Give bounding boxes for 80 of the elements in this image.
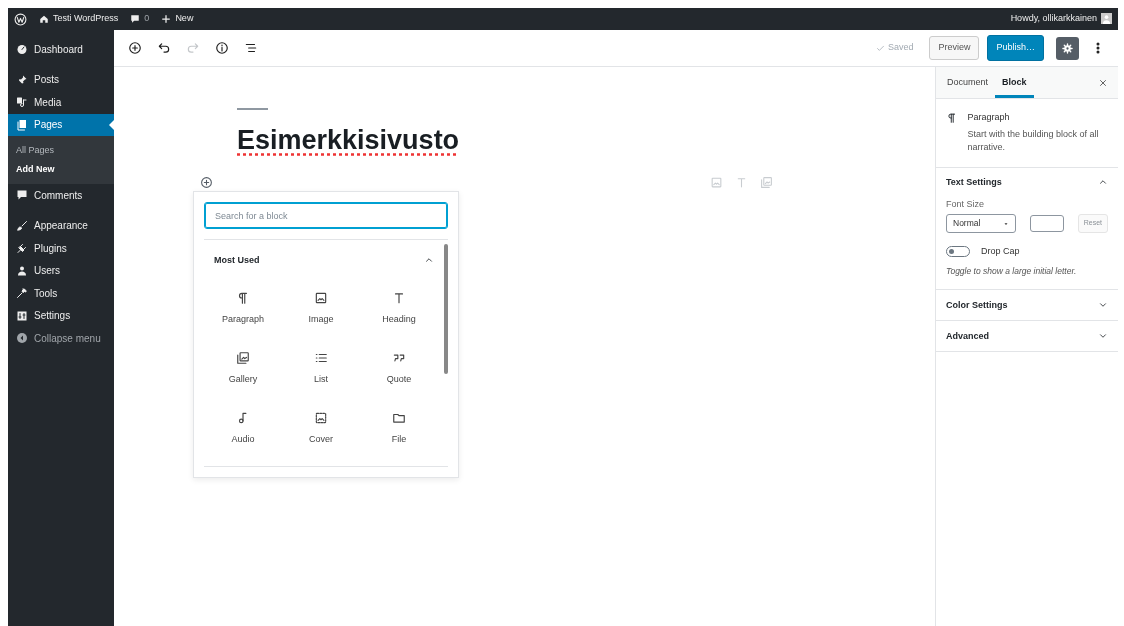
media-icon <box>16 96 28 109</box>
logo-icon <box>14 12 27 26</box>
plus-icon <box>161 14 172 24</box>
block-item[interactable]: Paragraph <box>204 278 282 339</box>
brush-icon <box>16 219 28 232</box>
sidebar-item[interactable]: Plugins <box>8 237 114 260</box>
saved-status: Saved <box>875 41 914 55</box>
submenu-item[interactable]: Add New <box>16 160 114 179</box>
block-item[interactable]: Heading <box>360 278 438 339</box>
field-label: Font Size <box>946 197 986 211</box>
sidebar-item[interactable]: Comments <box>8 184 114 207</box>
block-item[interactable]: File <box>360 398 438 459</box>
info-icon <box>214 41 229 55</box>
block-item[interactable]: Quote <box>360 338 438 399</box>
pilcrow-icon <box>946 111 958 125</box>
sidebar-item[interactable]: Posts <box>8 68 114 91</box>
caret-icon <box>1002 220 1009 227</box>
close-icon <box>1098 77 1108 88</box>
pilcrow-icon <box>236 290 250 305</box>
wrench-icon <box>16 287 28 300</box>
toggle-label: Drop Cap <box>981 245 1020 258</box>
page-title[interactable]: Esimerkkisivusto <box>237 124 460 157</box>
sidebar-tab[interactable]: Block <box>995 67 1034 98</box>
heading-icon <box>735 176 748 190</box>
sidebar-item[interactable]: Media <box>8 91 114 114</box>
submenu-item[interactable]: All Pages <box>16 141 114 160</box>
block-item[interactable]: List <box>282 338 360 399</box>
panel-title[interactable]: Color Settings <box>946 298 1008 312</box>
dashboard-icon <box>16 43 28 56</box>
block-item[interactable]: Audio <box>204 398 282 459</box>
add-block-icon <box>127 41 142 55</box>
gallery-icon <box>760 176 773 190</box>
greeting-link[interactable]: Howdy, ollikarkkainen <box>1010 12 1097 26</box>
sliders-icon <box>16 309 28 322</box>
collapse-icon <box>16 332 28 345</box>
custom-size-field[interactable] <box>1029 215 1064 232</box>
sidebar-item[interactable]: Tools <box>8 282 114 305</box>
help-text: Toggle to show a large initial letter. <box>946 264 1078 278</box>
image-icon <box>314 290 328 305</box>
add-icon <box>200 176 213 190</box>
cover-icon <box>314 410 328 425</box>
site-name-link[interactable]: Testi WordPress <box>53 12 119 26</box>
block-item[interactable]: Image <box>282 278 360 339</box>
block-name: Paragraph <box>967 111 1011 124</box>
sidebar-item[interactable]: Users <box>8 259 114 282</box>
preview-button[interactable]: Preview <box>929 36 980 60</box>
comment-count[interactable]: 0 <box>144 12 150 26</box>
sidebar-tab[interactable]: Document <box>940 67 996 98</box>
sidebar-item[interactable]: Dashboard <box>8 38 114 61</box>
gallery-icon <box>236 350 250 365</box>
block-description: Start with the building block of all narrative. <box>967 127 1100 154</box>
settings-icon <box>1062 41 1073 55</box>
sidebar-item[interactable]: Settings <box>8 304 114 327</box>
section-title: Most Used <box>214 253 260 267</box>
new-link[interactable]: New <box>175 12 194 26</box>
block-item[interactable]: Cover <box>282 398 360 459</box>
comment-icon <box>16 189 28 202</box>
settings-button[interactable] <box>1056 36 1079 60</box>
scrollbar[interactable] <box>444 244 448 375</box>
heading-icon <box>392 290 406 305</box>
avatar-icon <box>1101 13 1112 25</box>
sidebar-item[interactable]: Pages <box>8 113 114 136</box>
home-icon <box>39 14 49 24</box>
publish-button[interactable]: Publish… <box>987 35 1044 61</box>
search-field[interactable]: Search for a block <box>204 202 448 230</box>
block-item[interactable]: Gallery <box>204 338 282 399</box>
collapse-menu-button[interactable]: Collapse menu <box>8 327 114 350</box>
image-icon <box>710 176 723 190</box>
user-icon <box>16 264 28 277</box>
plug-icon <box>16 242 28 255</box>
sidebar-item[interactable]: Appearance <box>8 214 114 237</box>
outline-icon <box>243 41 258 55</box>
panel-title[interactable]: Advanced <box>946 329 989 343</box>
comment-icon <box>130 14 141 24</box>
pin-icon <box>16 73 28 86</box>
pages-icon <box>16 118 28 131</box>
font-size-select[interactable]: Normal <box>946 214 1016 233</box>
add-block-button[interactable] <box>200 176 213 190</box>
check-icon <box>875 43 885 53</box>
panel-title[interactable]: Text Settings <box>946 175 1002 190</box>
